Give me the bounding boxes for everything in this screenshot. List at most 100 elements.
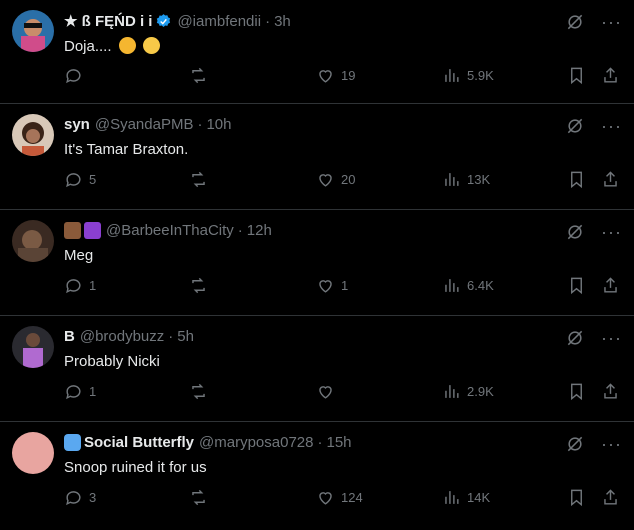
share-icon xyxy=(604,383,617,399)
handle[interactable]: @iambfendii xyxy=(177,13,261,30)
display-name[interactable]: Social Butterfly xyxy=(84,434,194,451)
post-text: Meg xyxy=(64,247,94,264)
grok-icon[interactable] xyxy=(565,116,585,136)
like-icon xyxy=(319,492,332,505)
bookmark-button[interactable] xyxy=(567,488,586,507)
more-icon[interactable]: ··· xyxy=(601,13,622,31)
view-count: 5.9K xyxy=(467,68,494,83)
post[interactable]: Social Butterfly @maryposa0728 · 15h Sno… xyxy=(0,422,634,529)
like-button[interactable]: 19 xyxy=(316,66,355,85)
grok-icon[interactable] xyxy=(565,328,585,348)
reply-button[interactable]: 3 xyxy=(64,488,96,507)
post-text-content: Doja.... xyxy=(64,38,112,55)
share-button[interactable] xyxy=(601,488,620,507)
more-icon[interactable]: ··· xyxy=(601,435,622,453)
repost-button[interactable] xyxy=(189,382,208,401)
share-button[interactable] xyxy=(601,170,620,189)
share-icon xyxy=(604,171,617,187)
reply-button[interactable]: 1 xyxy=(64,382,96,401)
avatar[interactable] xyxy=(12,432,54,474)
flushed-face-emoji-icon xyxy=(118,37,136,54)
views-button[interactable]: 6.4K xyxy=(442,276,494,295)
timestamp[interactable]: 15h xyxy=(327,434,352,451)
reply-count: 1 xyxy=(89,384,97,399)
views-icon xyxy=(445,279,459,292)
handle[interactable]: @BarbeeInThaCity xyxy=(106,222,234,239)
reply-button[interactable]: 5 xyxy=(64,170,96,189)
bookmark-icon xyxy=(571,383,582,401)
separator: · xyxy=(168,328,174,345)
avatar[interactable] xyxy=(12,220,54,262)
repost-button[interactable] xyxy=(189,276,208,295)
views-button[interactable]: 14K xyxy=(442,488,490,507)
repost-icon xyxy=(192,383,205,400)
like-count: 20 xyxy=(341,172,356,187)
reply-button[interactable] xyxy=(64,66,89,85)
separator: · xyxy=(197,116,203,133)
timestamp[interactable]: 12h xyxy=(247,222,272,239)
handle[interactable]: @SyandaPMB xyxy=(95,116,194,133)
post[interactable]: syn @SyandaPMB · 10h It's Tamar Braxton.… xyxy=(0,104,634,210)
separator: · xyxy=(317,434,323,451)
timestamp[interactable]: 10h xyxy=(206,116,231,133)
share-icon xyxy=(604,489,617,505)
post-text: It's Tamar Braxton. xyxy=(64,141,189,158)
grok-icon[interactable] xyxy=(565,12,585,32)
more-icon[interactable]: ··· xyxy=(601,223,622,241)
repost-icon xyxy=(192,171,205,188)
post[interactable]: @BarbeeInThaCity · 12h Meg ··· 1 1 6.4K xyxy=(0,210,634,316)
more-icon[interactable]: ··· xyxy=(601,329,622,347)
avatar[interactable] xyxy=(12,114,54,156)
share-button[interactable] xyxy=(601,382,620,401)
repost-button[interactable] xyxy=(189,170,208,189)
repost-icon xyxy=(192,489,205,506)
view-count: 6.4K xyxy=(467,278,494,293)
like-button[interactable]: 20 xyxy=(316,170,355,189)
reply-count: 1 xyxy=(89,278,97,293)
grok-icon[interactable] xyxy=(565,434,585,454)
timestamp[interactable]: 3h xyxy=(274,13,291,30)
timestamp[interactable]: 5h xyxy=(177,328,194,345)
like-button[interactable] xyxy=(316,382,341,401)
like-icon xyxy=(319,70,332,83)
views-icon xyxy=(445,491,459,504)
like-icon xyxy=(319,174,332,187)
grok-icon[interactable] xyxy=(565,222,585,242)
display-name[interactable]: ★ ß FĘŃD i i xyxy=(64,12,152,30)
like-button[interactable]: 1 xyxy=(316,276,348,295)
share-icon xyxy=(604,67,617,83)
post[interactable]: ★ ß FĘŃD i i @iambfendii · 3h Doja.... ·… xyxy=(0,0,634,104)
butterfly-emoji-icon xyxy=(64,434,81,451)
share-button[interactable] xyxy=(601,276,620,295)
more-icon[interactable]: ··· xyxy=(601,117,622,135)
like-count: 124 xyxy=(341,490,363,505)
reply-button[interactable]: 1 xyxy=(64,276,96,295)
views-button[interactable]: 5.9K xyxy=(442,66,494,85)
like-count: 19 xyxy=(341,68,356,83)
bookmark-button[interactable] xyxy=(567,66,586,85)
bookmark-button[interactable] xyxy=(567,170,586,189)
repost-icon xyxy=(192,67,205,84)
bookmark-button[interactable] xyxy=(567,276,586,295)
view-count: 2.9K xyxy=(467,384,494,399)
display-name[interactable]: B xyxy=(64,328,75,345)
avatar[interactable] xyxy=(12,326,54,368)
post[interactable]: B @brodybuzz · 5h Probably Nicki ··· 1 2… xyxy=(0,316,634,422)
repost-button[interactable] xyxy=(189,488,208,507)
display-name[interactable]: syn xyxy=(64,116,90,133)
bookmark-icon xyxy=(571,67,582,85)
bookmark-button[interactable] xyxy=(567,382,586,401)
post-text: Doja.... xyxy=(64,37,160,55)
avatar[interactable] xyxy=(12,10,54,52)
bookmark-icon xyxy=(571,171,582,189)
post-text: Probably Nicki xyxy=(64,353,160,370)
views-button[interactable]: 13K xyxy=(442,170,490,189)
views-button[interactable]: 2.9K xyxy=(442,382,494,401)
handle[interactable]: @brodybuzz xyxy=(80,328,164,345)
views-icon xyxy=(445,385,459,398)
reply-feed: ★ ß FĘŃD i i @iambfendii · 3h Doja.... ·… xyxy=(0,0,634,529)
handle[interactable]: @maryposa0728 xyxy=(199,434,313,451)
repost-button[interactable] xyxy=(189,66,208,85)
share-button[interactable] xyxy=(601,66,620,85)
like-button[interactable]: 124 xyxy=(316,488,363,507)
